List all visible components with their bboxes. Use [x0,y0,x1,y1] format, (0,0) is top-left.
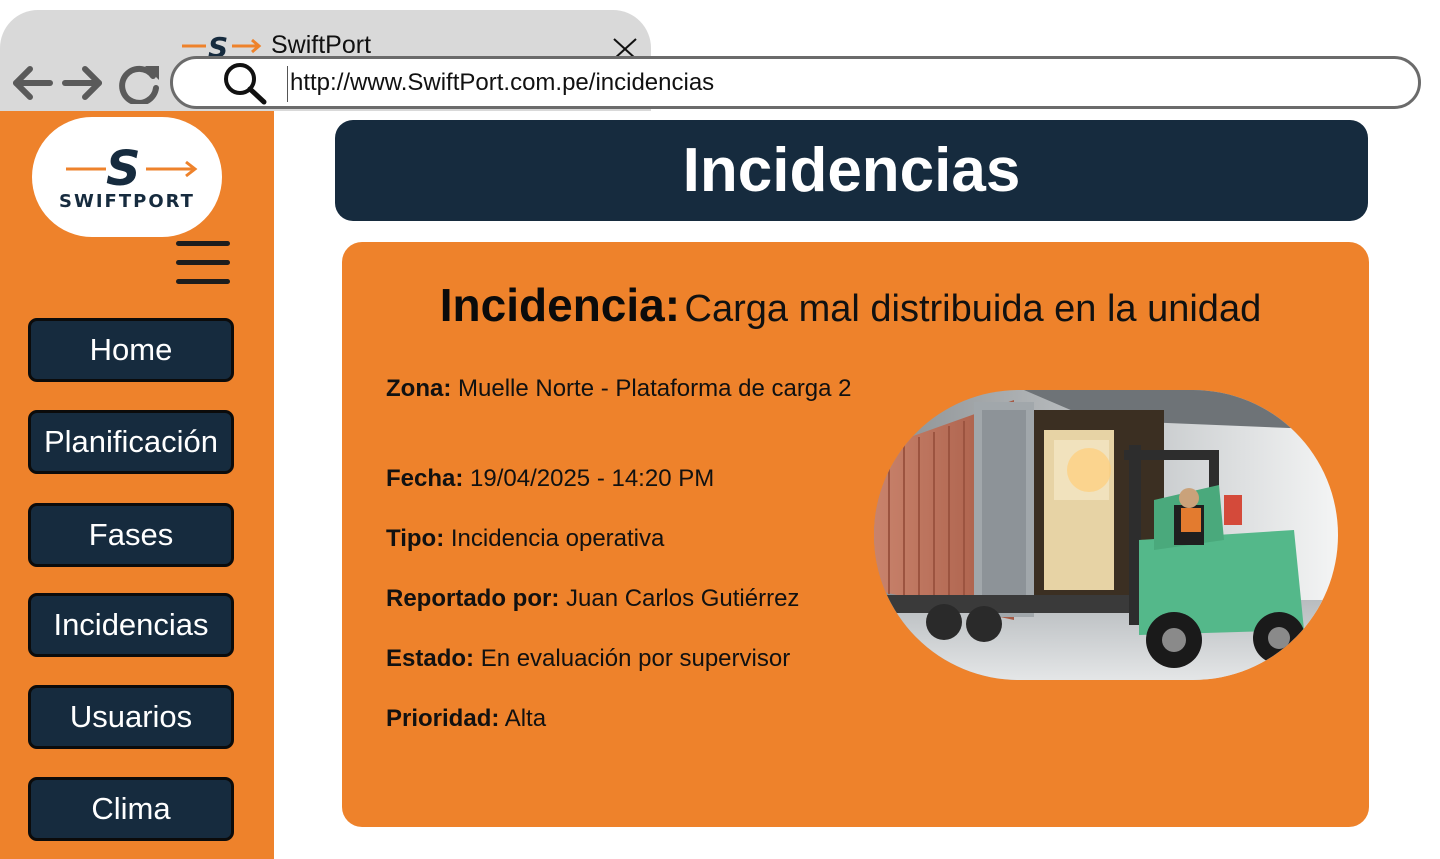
reload-icon[interactable] [115,62,163,104]
field-value: Incidencia operativa [450,525,665,552]
sidebar-item-incidencias[interactable]: Incidencias [28,593,234,657]
brand-name: SWIFTPORT [59,191,195,212]
svg-text:S: S [106,141,141,197]
field-estado: Estado: En evaluación por supervisor [386,644,856,674]
incident-heading-value: Carga mal distribuida en la unidad [684,288,1262,330]
field-value: En evaluación por supervisor [480,645,791,672]
sidebar: S SWIFTPORT Home Planificación Fases Inc… [0,111,274,859]
field-tipo: Tipo: Incidencia operativa [386,524,856,554]
incident-heading: Incidencia: Carga mal distribuida en la … [342,278,1359,332]
page-header: Incidencias [335,120,1368,221]
field-reportado: Reportado por: Juan Carlos Gutiérrez [386,584,856,614]
field-value: Juan Carlos Gutiérrez [566,585,800,612]
sidebar-item-fases[interactable]: Fases [28,503,234,567]
field-value: Alta [504,705,547,732]
incident-heading-label: Incidencia: [439,279,681,331]
field-label: Reportado por: [386,585,560,612]
incident-card: Incidencia: Carga mal distribuida en la … [342,242,1369,827]
swiftport-logo[interactable]: S SWIFTPORT [32,117,222,237]
sidebar-item-usuarios[interactable]: Usuarios [28,685,234,749]
browser-chrome: S SwiftPort http://www.SwiftPort.com.pe/… [0,0,1440,111]
sidebar-item-planificacion[interactable]: Planificación [28,410,234,474]
field-fecha: Fecha: 19/04/2025 - 14:20 PM [386,464,856,494]
field-prioridad: Prioridad: Alta [386,704,856,734]
field-value: 19/04/2025 - 14:20 PM [470,465,715,492]
field-value: Muelle Norte - Plataforma de carga 2 [458,375,852,402]
search-icon [224,63,267,105]
arrow-left-icon[interactable] [10,62,54,104]
field-label: Prioridad: [386,705,500,732]
forklift-loading-container-photo [874,390,1338,680]
field-label: Estado: [386,645,475,672]
field-zona: Zona: Muelle Norte - Plataforma de carga… [386,374,856,404]
field-label: Tipo: [386,525,445,552]
text-caret [287,66,288,102]
url-text[interactable]: http://www.SwiftPort.com.pe/incidencias [290,68,714,98]
sidebar-item-clima[interactable]: Clima [28,777,234,841]
field-label: Fecha: [386,465,464,492]
arrow-right-icon[interactable] [61,62,105,104]
swiftport-logo-mark: S [66,141,198,197]
page-title: Incidencias [682,136,1021,205]
hamburger-menu-icon[interactable] [176,241,230,287]
field-label: Zona: [386,375,452,402]
sidebar-item-home[interactable]: Home [28,318,234,382]
